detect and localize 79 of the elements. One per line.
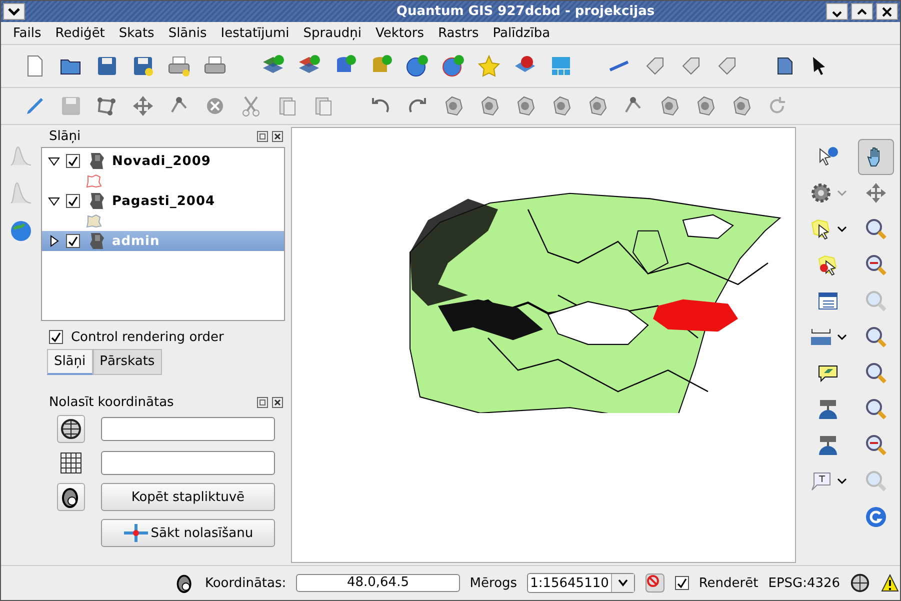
menu-item[interactable]: Palīdzība xyxy=(492,26,550,40)
float-icon[interactable] xyxy=(256,130,268,142)
menu-item[interactable]: Rastrs xyxy=(438,26,479,40)
menu-item[interactable]: Fails xyxy=(13,26,42,40)
start-button[interactable]: Sākt nolasīšanu xyxy=(100,519,275,547)
menu-item[interactable]: Spraudņi xyxy=(303,26,362,40)
window-menu-button[interactable] xyxy=(3,3,25,20)
scale-label: Mērogs xyxy=(470,576,518,590)
input-field[interactable] xyxy=(100,417,275,441)
checkbox[interactable] xyxy=(66,154,80,168)
caret-icon[interactable] xyxy=(616,579,629,587)
checkbox[interactable] xyxy=(674,576,689,590)
grid-layer-icon[interactable] xyxy=(549,54,573,78)
grid-icon xyxy=(60,452,82,474)
zoom-selection-icon[interactable] xyxy=(864,397,888,421)
zoom-full-icon[interactable] xyxy=(864,325,888,349)
globe-home-icon[interactable] xyxy=(816,433,840,457)
checkbox[interactable] xyxy=(48,330,63,344)
star-layer-icon[interactable] xyxy=(477,54,501,78)
checkbox[interactable] xyxy=(66,234,80,248)
menu-item[interactable]: Vektors xyxy=(375,26,424,40)
crs-button[interactable] xyxy=(56,415,85,443)
collapsed-arrow-icon[interactable] xyxy=(48,235,60,247)
zoom-last-icon[interactable] xyxy=(864,433,888,457)
globe-add-icon[interactable] xyxy=(405,54,429,78)
caret-icon[interactable] xyxy=(837,477,847,485)
caret-icon xyxy=(7,6,21,16)
tab[interactable]: Slāņi xyxy=(46,349,93,375)
coordinates-label: Koordinātas: xyxy=(204,576,286,590)
window-title: Quantum GIS 927dcbd - projekcijas xyxy=(395,4,656,19)
minimize-button[interactable] xyxy=(826,3,848,20)
layer-row[interactable]: Novadi_2009 xyxy=(42,151,284,171)
copy-button[interactable]: Kopēt stapliktuvē xyxy=(100,483,275,511)
zoom-layer-icon[interactable] xyxy=(864,361,888,385)
stop-render-icon[interactable] xyxy=(644,573,665,593)
printer-icon[interactable] xyxy=(167,54,191,78)
menu-item[interactable]: Slānis xyxy=(168,26,207,40)
close-button[interactable] xyxy=(876,3,898,20)
save-as-icon[interactable] xyxy=(131,54,155,78)
mouse-button[interactable] xyxy=(56,483,85,511)
checkbox-label: Control rendering order xyxy=(70,330,224,344)
globe-grid-icon[interactable] xyxy=(850,573,870,593)
float-icon[interactable] xyxy=(256,396,268,408)
menu-item[interactable]: Skats xyxy=(118,26,154,40)
caret-icon[interactable] xyxy=(837,333,847,341)
globe-grid-icon xyxy=(60,418,82,440)
gear-icon[interactable] xyxy=(809,181,833,205)
expanded-arrow-icon[interactable] xyxy=(48,195,60,207)
checkbox[interactable] xyxy=(66,194,80,208)
panel-title: Nolasīt koordinātas xyxy=(48,394,174,410)
layer-name: Pagasti_2004 xyxy=(112,194,216,208)
input-field[interactable] xyxy=(100,451,275,475)
globe-add-icon[interactable] xyxy=(441,54,465,78)
menu-item[interactable]: Rediģēt xyxy=(55,26,105,40)
caret-icon[interactable] xyxy=(837,225,847,233)
close-icon[interactable] xyxy=(272,130,283,142)
refresh-icon[interactable] xyxy=(864,505,888,529)
tab[interactable]: Pārskats xyxy=(92,349,162,375)
expanded-arrow-icon[interactable] xyxy=(48,155,60,167)
globe-icon[interactable] xyxy=(8,219,33,243)
checkbox-label: Renderēt xyxy=(698,576,758,590)
crosshair-icon xyxy=(122,523,149,543)
layer-row[interactable]: Pagasti_2004 xyxy=(42,191,284,211)
maximize-button[interactable] xyxy=(851,3,873,20)
save-icon[interactable] xyxy=(95,54,119,78)
move-icon[interactable] xyxy=(131,94,155,118)
layer-name: Novadi_2009 xyxy=(112,154,211,168)
coordinates-field[interactable]: 48.0,64.5 xyxy=(296,574,460,592)
panel-title: Slāņi xyxy=(48,128,81,144)
close-icon xyxy=(881,6,893,18)
layer-name: admin xyxy=(112,234,160,248)
close-icon[interactable] xyxy=(272,396,283,408)
zoom-out-icon[interactable] xyxy=(864,253,888,277)
crs-label[interactable]: EPSG:4326 xyxy=(768,576,840,590)
warning-icon[interactable] xyxy=(880,573,900,593)
menu-item[interactable]: Iestatījumi xyxy=(220,26,290,40)
pan-extent-icon[interactable] xyxy=(864,181,888,205)
scale-combo[interactable]: 1:15645110 xyxy=(527,573,635,593)
zoom-in-icon[interactable] xyxy=(864,217,888,241)
